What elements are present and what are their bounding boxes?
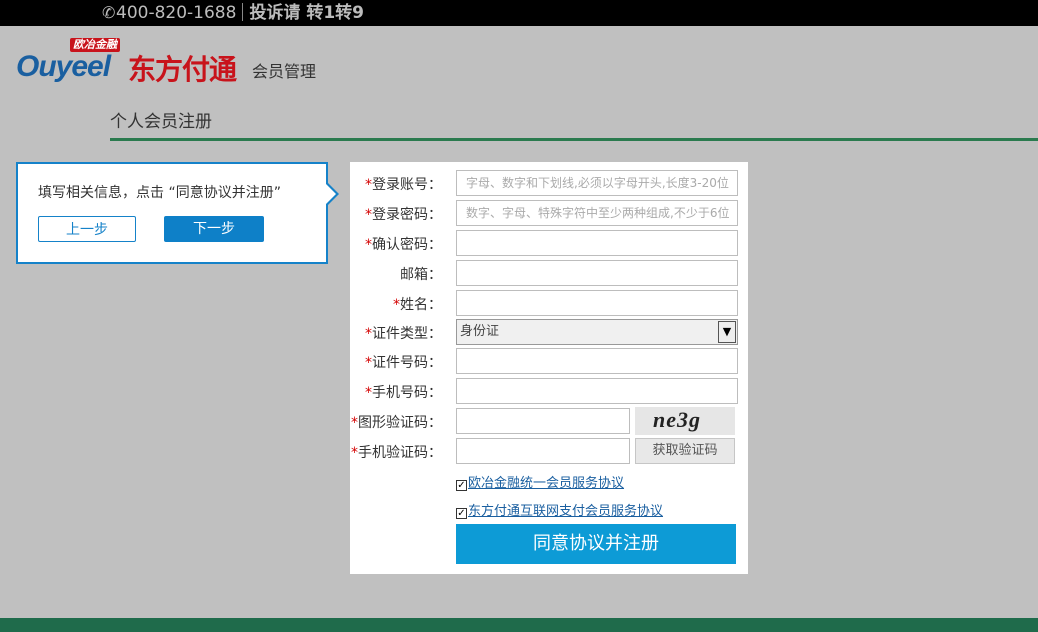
hotline-number: 400-820-1688 (116, 3, 237, 23)
required-mark: * (351, 445, 358, 461)
confirm-password-label-text: 确认密码： (372, 237, 442, 253)
id-type-label: *证件类型： (365, 323, 442, 343)
tooltip-text: 填写相关信息，点击 “同意协议并注册” (38, 185, 281, 201)
login-password-label: *登录密码： (365, 204, 442, 224)
required-mark: * (393, 297, 400, 313)
form-row-sms-code: *手机验证码： 获取验证码 (350, 438, 748, 464)
sms-code-label: *手机验证码： (351, 442, 442, 462)
id-type-selected-value: 身份证 (460, 324, 500, 339)
page-title-bar: 个人会员注册 (110, 110, 1038, 141)
form-row-mobile: *手机号码： (350, 378, 748, 404)
required-mark: * (365, 237, 372, 253)
email-label-text: 邮箱： (400, 267, 442, 283)
agreement-payment: ✓ 东方付通互联网支付会员服务协议 (456, 500, 663, 519)
complaint-text: 投诉请 转1转9 (249, 3, 365, 23)
name-input[interactable] (456, 290, 738, 316)
chevron-down-icon[interactable]: ▼ (718, 321, 736, 343)
id-number-label-text: 证件号码： (372, 355, 442, 371)
footer-bar (0, 618, 1038, 632)
logo-brand-cn: 东方付通 (128, 53, 237, 86)
guide-tooltip: 填写相关信息，点击 “同意协议并注册” 上一步 下一步 (16, 162, 339, 264)
form-row-login-account: *登录账号： 字母、数字和下划线,必须以字母开头,长度3-20位 (350, 170, 748, 196)
agreement-ouyeel-link[interactable]: 欧冶金融统一会员服务协议 (468, 476, 624, 491)
form-row-login-password: *登录密码： 数字、字母、特殊字符中至少两种组成,不少于6位 (350, 200, 748, 226)
agree-and-register-button[interactable]: 同意协议并注册 (456, 524, 736, 564)
login-account-input[interactable]: 字母、数字和下划线,必须以字母开头,长度3-20位 (456, 170, 738, 196)
form-row-name: *姓名： (350, 290, 748, 316)
confirm-password-input[interactable] (456, 230, 738, 256)
required-mark: * (365, 385, 372, 401)
form-row-email: 邮箱： (350, 260, 748, 286)
form-row-id-type: *证件类型： 身份证 ▼ (350, 319, 748, 345)
id-number-label: *证件号码： (365, 352, 442, 372)
required-mark: * (365, 177, 372, 193)
captcha-image[interactable]: ne3g (635, 407, 735, 435)
login-password-input[interactable]: 数字、字母、特殊字符中至少两种组成,不少于6位 (456, 200, 738, 226)
required-mark: * (351, 415, 358, 431)
id-number-input[interactable] (456, 348, 738, 374)
agreement-ouyeel: ✓ 欧冶金融统一会员服务协议 (456, 472, 624, 491)
email-input[interactable] (456, 260, 738, 286)
required-mark: * (365, 355, 372, 371)
image-captcha-label-text: 图形验证码： (358, 415, 442, 431)
sms-code-label-text: 手机验证码： (358, 445, 442, 461)
agreement-ouyeel-checkbox[interactable]: ✓ (456, 480, 467, 491)
form-row-image-captcha: *图形验证码： ne3g (350, 407, 748, 435)
logo-badge: 欧冶金融 (70, 38, 120, 52)
agreement-payment-link[interactable]: 东方付通互联网支付会员服务协议 (468, 504, 663, 519)
registration-form: *登录账号： 字母、数字和下划线,必须以字母开头,长度3-20位 *登录密码： … (350, 162, 748, 574)
sms-code-input[interactable] (456, 438, 630, 464)
name-label: *姓名： (393, 294, 442, 314)
form-row-confirm-password: *确认密码： (350, 230, 748, 256)
login-account-label: *登录账号： (365, 174, 442, 194)
header-subtitle: 会员管理 (252, 62, 317, 81)
confirm-password-label: *确认密码： (365, 234, 442, 254)
get-sms-code-button[interactable]: 获取验证码 (635, 438, 735, 464)
mobile-label: *手机号码： (365, 382, 442, 402)
email-label: 邮箱： (400, 264, 442, 284)
separator (242, 3, 244, 21)
prev-step-button[interactable]: 上一步 (38, 216, 136, 242)
id-type-label-text: 证件类型： (372, 326, 442, 342)
tooltip-arrow-inner (326, 184, 336, 204)
agreement-payment-checkbox[interactable]: ✓ (456, 508, 467, 519)
required-mark: * (365, 207, 372, 223)
top-bar: ✆400-820-1688 投诉请 转1转9 (0, 0, 1038, 26)
next-step-button[interactable]: 下一步 (164, 216, 264, 242)
mobile-label-text: 手机号码： (372, 385, 442, 401)
phone-icon: ✆ (102, 3, 116, 22)
name-label-text: 姓名： (400, 297, 442, 313)
required-mark: * (365, 326, 372, 342)
header: Ouyeel 欧冶金融 东方付通 会员管理 (0, 26, 1038, 96)
image-captcha-input[interactable] (456, 408, 630, 434)
form-row-id-number: *证件号码： (350, 348, 748, 374)
logo[interactable]: Ouyeel 欧冶金融 东方付通 会员管理 (16, 36, 326, 86)
captcha-text: ne3g (653, 407, 701, 432)
mobile-input[interactable] (456, 378, 738, 404)
login-password-label-text: 登录密码： (372, 207, 442, 223)
image-captcha-label: *图形验证码： (351, 412, 442, 432)
login-account-label-text: 登录账号： (372, 177, 442, 193)
logo-brand-en: Ouyeel (16, 50, 111, 83)
page-title: 个人会员注册 (110, 112, 212, 132)
id-type-select[interactable]: 身份证 ▼ (456, 319, 738, 345)
